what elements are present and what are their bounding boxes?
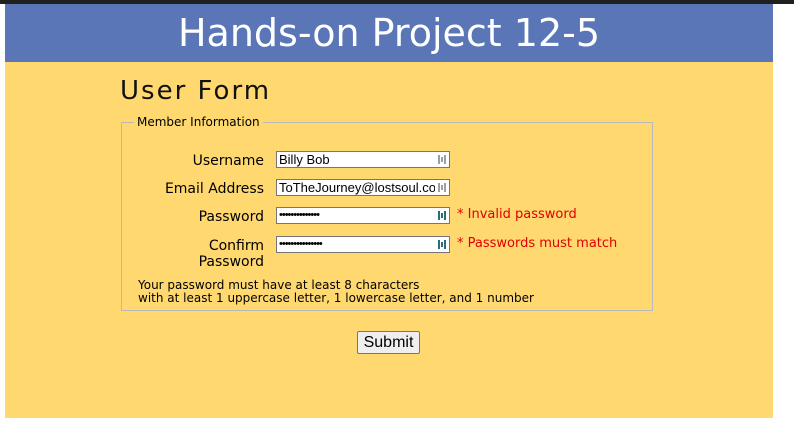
password-manager-key-icon[interactable] bbox=[437, 182, 447, 193]
confirm-password-error: * Passwords must match bbox=[457, 236, 618, 251]
fieldset-legend: Member Information bbox=[137, 115, 260, 129]
member-information-fieldset: Member Information Username Billy Bob Em… bbox=[121, 115, 653, 311]
username-input[interactable]: Billy Bob bbox=[276, 151, 450, 168]
password-error: * Invalid password bbox=[457, 207, 577, 222]
email-label: Email Address bbox=[164, 181, 264, 197]
password-masked-value: •••••••••••••• bbox=[279, 209, 320, 221]
confirm-password-label: Confirm Password bbox=[199, 238, 264, 270]
password-input[interactable]: •••••••••••••• bbox=[276, 207, 450, 224]
confirm-password-input[interactable]: ••••••••••••••• bbox=[276, 236, 450, 253]
password-requirements-hint: Your password must have at least 8 chara… bbox=[138, 279, 534, 305]
email-value: ToTheJourney@lostsoul.com bbox=[279, 180, 435, 195]
password-label: Password bbox=[198, 209, 264, 225]
confirm-password-masked-value: ••••••••••••••• bbox=[279, 238, 323, 250]
password-manager-key-icon[interactable] bbox=[437, 210, 447, 221]
username-value: Billy Bob bbox=[279, 152, 330, 167]
password-manager-key-icon[interactable] bbox=[437, 239, 447, 250]
password-manager-key-icon[interactable] bbox=[437, 154, 447, 165]
hint-line-1: Your password must have at least 8 chara… bbox=[138, 278, 420, 292]
header-banner: Hands-on Project 12-5 bbox=[5, 4, 773, 62]
username-label: Username bbox=[192, 153, 264, 169]
page-content: Hands-on Project 12-5 User Form Member I… bbox=[5, 4, 773, 418]
submit-button[interactable]: Submit bbox=[357, 331, 420, 354]
page-title: Hands-on Project 12-5 bbox=[177, 11, 601, 55]
email-input[interactable]: ToTheJourney@lostsoul.com bbox=[276, 179, 450, 196]
confirm-label-line1: Confirm bbox=[208, 238, 264, 254]
form-title: User Form bbox=[120, 76, 272, 106]
confirm-label-line2: Password bbox=[198, 254, 264, 270]
hint-line-2: with at least 1 uppercase letter, 1 lowe… bbox=[138, 291, 534, 305]
